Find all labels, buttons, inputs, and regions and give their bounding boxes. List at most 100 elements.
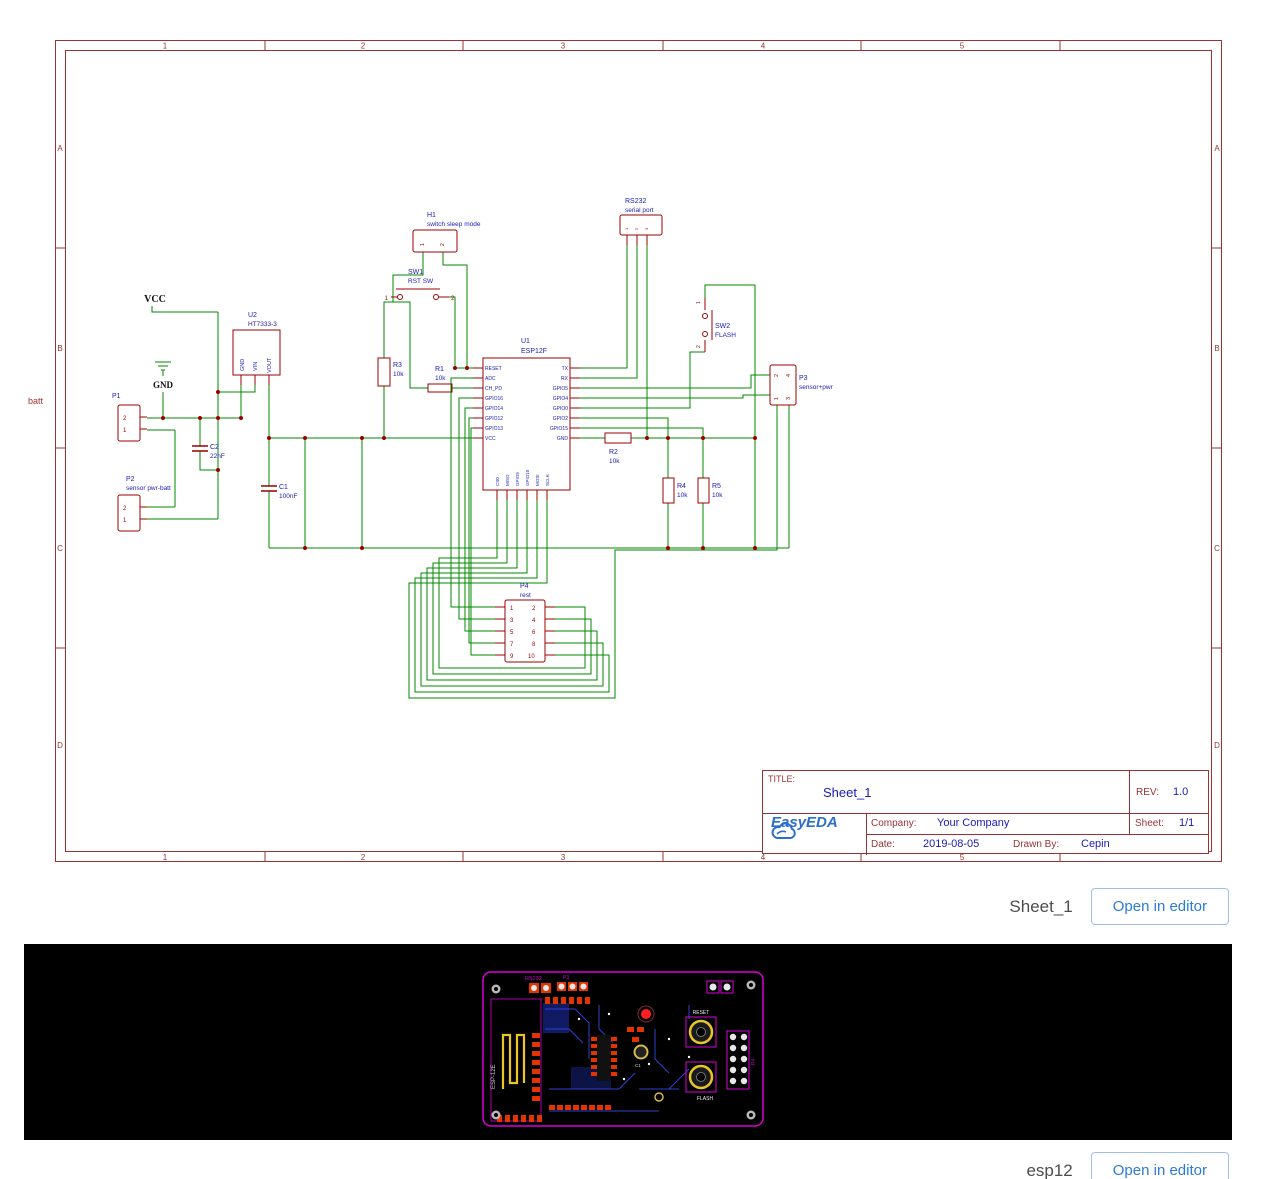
frame-col-label: 3 bbox=[561, 853, 566, 862]
u2-ref: U2 bbox=[248, 312, 257, 319]
u2-pin-name: GND bbox=[240, 359, 246, 371]
frame-row-label: B bbox=[1214, 344, 1219, 353]
pcb-preview-panel: ESP-12E C1 RS232 P3 RESET FLASH P4 bbox=[24, 944, 1232, 1140]
date-value: 2019-08-05 bbox=[923, 838, 980, 850]
p4-pin-number: 2 bbox=[532, 606, 536, 612]
net-label-vcc: VCC bbox=[144, 294, 166, 305]
u2-pin-name: VIN bbox=[253, 362, 259, 371]
p2-pin-number: 1 bbox=[123, 518, 127, 524]
u1-pin-name: GPIO0 bbox=[553, 406, 569, 412]
h1-ref: H1 bbox=[427, 212, 436, 219]
p3-pin-number: 3 bbox=[786, 397, 792, 400]
rev-value: 1.0 bbox=[1173, 786, 1189, 798]
easyeda-project-viewer: batt 1 2 3 4 5 1 2 3 4 5 A B C D A B C D… bbox=[0, 0, 1280, 1179]
u1-pin-name: GPIO2 bbox=[553, 416, 569, 422]
component-r3: R3 10k bbox=[377, 357, 404, 387]
u1-pin-name: MOSI bbox=[535, 474, 540, 486]
frame-col-label: 1 bbox=[163, 853, 168, 862]
frame-row-label: A bbox=[57, 144, 63, 153]
p4-ref: P4 bbox=[520, 583, 529, 590]
h1-pin-number: 1 bbox=[420, 243, 426, 246]
u1-pin-name: TX bbox=[562, 366, 569, 372]
sw1-ref: SW1 bbox=[408, 269, 423, 276]
p2-desc: sensor pwr-batt bbox=[126, 485, 171, 492]
rs232-desc: serial port bbox=[625, 207, 654, 214]
frame-row-label: C bbox=[1214, 544, 1220, 553]
h1-desc: switch sleep mode bbox=[427, 221, 481, 228]
frame-row-label: D bbox=[57, 741, 63, 750]
pcb-preview: ESP-12E C1 RS232 P3 RESET FLASH P4 bbox=[482, 971, 764, 1127]
component-sw1: SW1 RST SW 1 2 bbox=[385, 269, 455, 302]
sheet-count-value: 1/1 bbox=[1179, 817, 1195, 829]
u1-pin-name: GPIO5 bbox=[553, 386, 569, 392]
r3-ref: R3 bbox=[393, 362, 402, 369]
frame-row-label: A bbox=[1214, 144, 1220, 153]
u1-pin-name: GPIO4 bbox=[553, 396, 569, 402]
r2-value: 10k bbox=[609, 458, 620, 465]
u1-pin-name: RX bbox=[561, 376, 569, 382]
pcb-rs232-label: RS232 bbox=[525, 976, 542, 982]
u1-pin-name: GPIO16 bbox=[485, 396, 503, 402]
frame-col-label: 2 bbox=[361, 42, 366, 51]
pcb-reset-label: RESET bbox=[693, 1010, 710, 1016]
drawn-by-label: Drawn By: bbox=[1013, 839, 1060, 850]
pcb-module-label: ESP-12E bbox=[491, 1064, 497, 1089]
pcb-name-label: esp12 bbox=[1026, 1160, 1073, 1179]
schematic-sheet: 1 2 3 4 5 1 2 3 4 5 A B C D A B C D VCC … bbox=[55, 40, 1222, 862]
component-c1: C1 100nF bbox=[261, 484, 297, 500]
component-h1: H1 switch sleep mode 1 2 bbox=[412, 212, 481, 253]
r1-ref: R1 bbox=[435, 366, 444, 373]
p4-pin-number: 7 bbox=[510, 642, 514, 648]
component-r5: R5 10k bbox=[697, 477, 723, 504]
u1-pin-name: CH_PD bbox=[485, 386, 502, 392]
c1-value: 100nF bbox=[279, 493, 297, 500]
schematic-wires bbox=[147, 245, 790, 699]
c2-value: 22nF bbox=[210, 453, 225, 460]
p3-desc: sensor+pwr bbox=[799, 384, 834, 391]
batt-label: batt bbox=[28, 396, 44, 406]
r5-value: 10k bbox=[712, 492, 723, 499]
u1-pin-name: GPIO14 bbox=[485, 406, 503, 412]
u1-pin-name: ADC bbox=[485, 376, 496, 382]
pcb-p4-label: P4 bbox=[751, 1059, 757, 1065]
p4-pin-number: 4 bbox=[532, 618, 536, 624]
sheet-frame: 1 2 3 4 5 1 2 3 4 5 A B C D A B C D bbox=[55, 40, 1222, 862]
component-sw2: SW2 FLASH 1 2 bbox=[696, 298, 736, 352]
schematic-canvas: 1 2 3 4 5 1 2 3 4 5 A B C D A B C D VCC … bbox=[55, 40, 1222, 862]
open-in-editor-pcb-button[interactable]: Open in editor bbox=[1090, 1152, 1229, 1179]
c2-ref: C2 bbox=[210, 444, 219, 451]
p4-pin-number: 1 bbox=[510, 606, 514, 612]
rs232-ref: RS232 bbox=[625, 198, 647, 205]
frame-row-label: B bbox=[57, 344, 62, 353]
open-in-editor-schematic-button[interactable]: Open in editor bbox=[1090, 888, 1229, 925]
schematic-name-label: Sheet_1 bbox=[1009, 896, 1073, 916]
component-r2: R2 10k bbox=[604, 432, 632, 465]
h1-pin-number: 2 bbox=[440, 243, 446, 246]
sheet-title: Sheet_1 bbox=[823, 785, 872, 800]
u1-pin-name: GND bbox=[557, 436, 569, 442]
sw1-pin-number: 1 bbox=[385, 296, 389, 302]
p1-pin-number: 2 bbox=[123, 416, 127, 422]
p3-ref: P3 bbox=[799, 375, 808, 382]
sw2-desc: FLASH bbox=[715, 332, 736, 339]
p1-pin-number: 1 bbox=[123, 428, 127, 434]
p3-pin-number: 4 bbox=[786, 374, 792, 377]
company-value: Your Company bbox=[937, 817, 1010, 829]
easyeda-logo-text: EasyEDA bbox=[771, 813, 838, 831]
component-p2: P2 sensor pwr-batt 2 1 bbox=[117, 476, 171, 532]
net-label-gnd: GND bbox=[153, 380, 174, 390]
component-u2: U2 HT7333-3 GND VIN VOUT bbox=[232, 312, 281, 385]
p2-ref: P2 bbox=[126, 476, 135, 483]
p4-desc: rest bbox=[520, 592, 531, 599]
rs232-pin-number: 1 bbox=[624, 227, 629, 230]
component-u1: U1 ESP12F RESET ADC CH_PD GPIO16 GPIO14 … bbox=[473, 338, 580, 500]
r5-ref: R5 bbox=[712, 483, 721, 490]
u1-desc: ESP12F bbox=[521, 348, 547, 355]
sw2-ref: SW2 bbox=[715, 323, 730, 330]
p1-ref: P1 bbox=[112, 393, 121, 400]
sw2-pin-number: 2 bbox=[696, 345, 702, 348]
p3-pin-number: 1 bbox=[774, 397, 780, 400]
u1-pin-name: GPIO12 bbox=[485, 416, 503, 422]
pcb-flash-label: FLASH bbox=[697, 1096, 714, 1102]
p4-pin-number: 10 bbox=[528, 654, 535, 660]
